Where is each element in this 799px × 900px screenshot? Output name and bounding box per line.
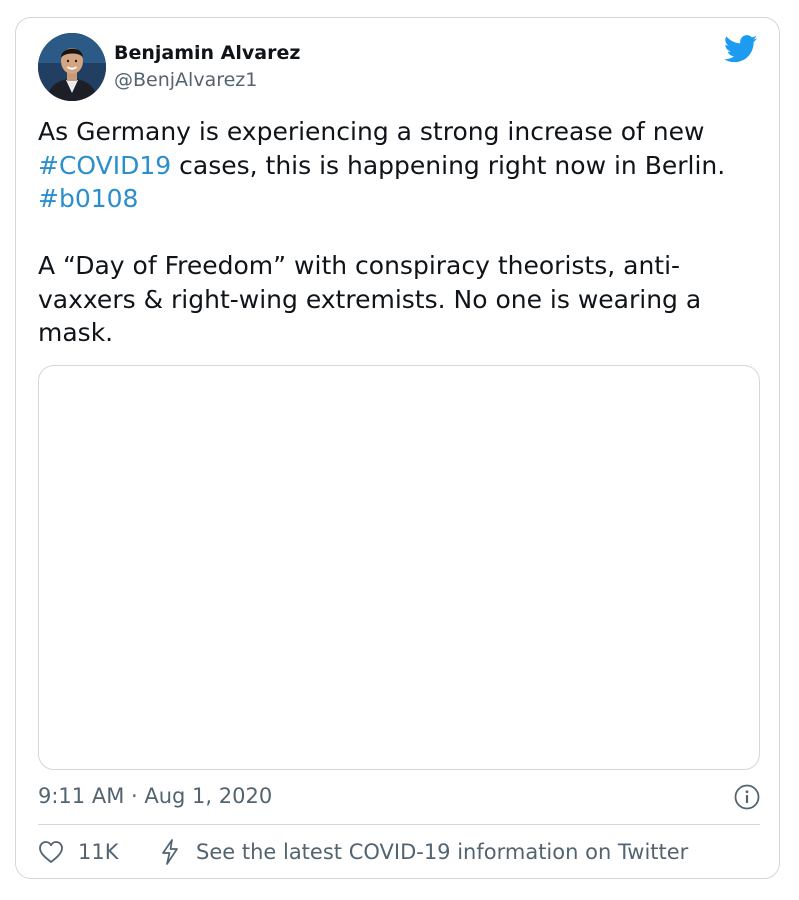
- covid-info-link[interactable]: See the latest COVID-19 information on T…: [196, 839, 688, 865]
- info-icon[interactable]: [734, 784, 760, 810]
- tweet-text: As Germany is experiencing a strong incr…: [38, 115, 763, 350]
- tweet-paragraph-1: As Germany is experiencing a strong incr…: [38, 115, 763, 216]
- like-count[interactable]: 11K: [78, 839, 119, 865]
- avatar-image: [38, 33, 106, 101]
- tweet-card[interactable]: Benjamin Alvarez @BenjAlvarez1 As German…: [15, 17, 780, 879]
- author-handle[interactable]: @BenjAlvarez1: [114, 68, 257, 92]
- heart-icon[interactable]: [38, 840, 64, 864]
- twitter-bird-icon[interactable]: [724, 35, 758, 63]
- divider: [38, 824, 760, 825]
- avatar[interactable]: [38, 33, 106, 101]
- tweet-timestamp[interactable]: 9:11 AM · Aug 1, 2020: [38, 783, 272, 809]
- hashtag-covid19-link[interactable]: #COVID19: [38, 151, 171, 180]
- tweet-text-part: As Germany is experiencing a strong incr…: [38, 117, 705, 146]
- author-name[interactable]: Benjamin Alvarez: [114, 41, 300, 65]
- hashtag-b0108-link[interactable]: #b0108: [38, 184, 138, 213]
- media-embed[interactable]: [38, 365, 760, 770]
- tweet-text-part: cases, this is happening right now in Be…: [171, 150, 726, 180]
- tweet-paragraph-2: A “Day of Freedom” with conspiracy theor…: [38, 251, 702, 347]
- lightning-bolt-icon[interactable]: [159, 838, 181, 866]
